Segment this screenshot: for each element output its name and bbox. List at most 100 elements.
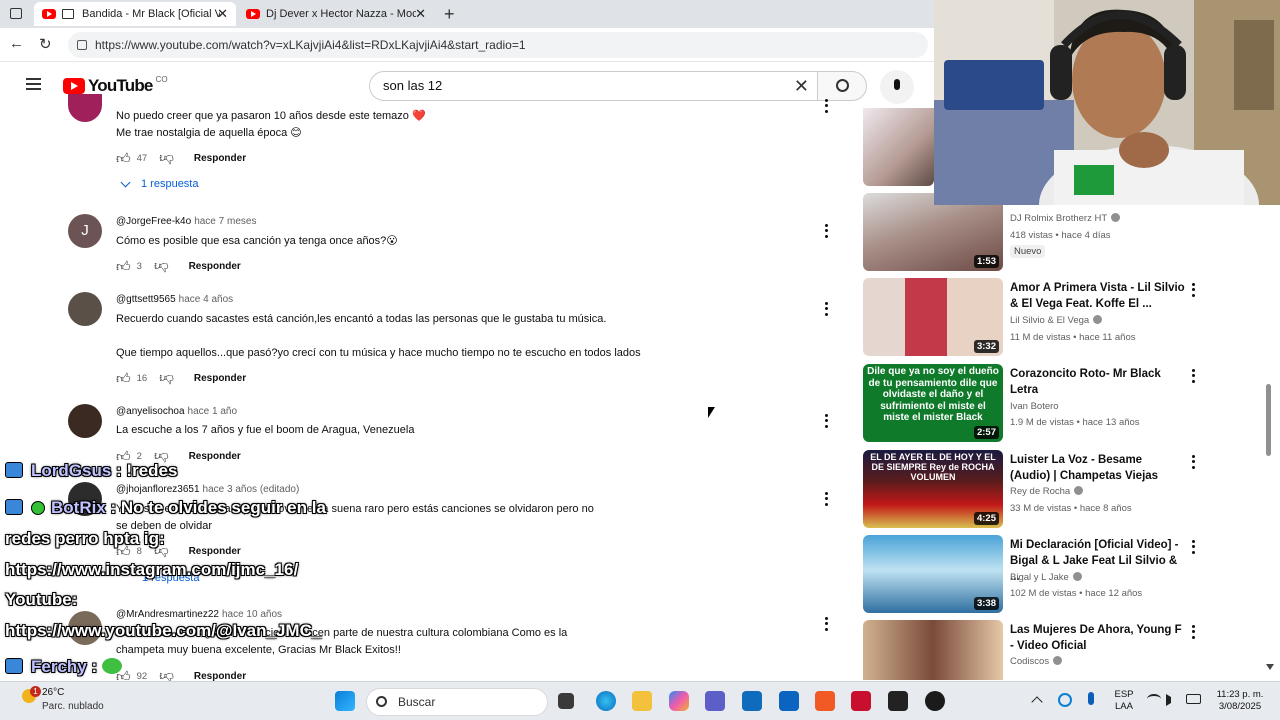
back-icon[interactable]: ← <box>9 35 24 52</box>
video-thumbnail[interactable]: 3:38 <box>863 535 1003 613</box>
reply-button[interactable]: Responder <box>189 546 241 557</box>
brave-browser-icon[interactable] <box>815 691 835 711</box>
comment-menu-icon[interactable] <box>820 223 832 239</box>
site-info-icon[interactable] <box>77 40 87 50</box>
store-icon[interactable] <box>742 691 762 711</box>
new-tab-icon[interactable]: + <box>444 4 455 25</box>
video-menu-icon[interactable] <box>1187 368 1199 384</box>
voice-search-button[interactable] <box>880 70 914 104</box>
teams-icon[interactable] <box>705 691 725 711</box>
mcafee-icon[interactable] <box>851 691 871 711</box>
comment-author[interactable]: @gttsett9565 hace 4 años <box>116 294 233 305</box>
input-language[interactable]: ESP LAA <box>1108 689 1140 713</box>
dislike-icon[interactable]: 👍︎ <box>154 258 169 275</box>
video-channel[interactable]: Bigal y L Jake <box>1010 572 1082 583</box>
weather-widget[interactable]: 1 26°C Parc. nublado <box>22 686 112 716</box>
reply-button[interactable]: Responder <box>194 153 246 164</box>
avatar[interactable] <box>68 404 102 438</box>
comment-menu-icon[interactable] <box>820 616 832 632</box>
clock[interactable]: 11:23 p. m. 3/08/2025 <box>1208 689 1272 713</box>
video-menu-icon[interactable] <box>1187 539 1199 555</box>
comment-menu-icon[interactable] <box>820 413 832 429</box>
wifi-icon[interactable] <box>1147 694 1161 704</box>
chevron-up-icon[interactable] <box>1031 696 1043 708</box>
video-item[interactable]: 3:38 Mi Declaración [Oficial Video] - Bi… <box>863 535 1273 615</box>
dislike-icon[interactable]: 👍︎ <box>159 668 174 682</box>
avatar[interactable] <box>68 292 102 326</box>
mouse-cursor-icon <box>708 407 715 418</box>
like-icon[interactable]: 👍︎ <box>116 258 131 275</box>
chat-username: LordGsus <box>31 461 112 480</box>
copilot-icon[interactable] <box>669 691 689 711</box>
chat-message-continued: https://www.youtube.com/@Ivan_JMC_ <box>5 621 322 640</box>
reply-button[interactable]: Responder <box>189 261 241 272</box>
avatar[interactable]: J <box>68 214 102 248</box>
video-title[interactable]: Luister La Voz - Besame (Audio) | Champe… <box>1010 452 1185 484</box>
scrollbar[interactable] <box>1266 384 1271 456</box>
video-title[interactable]: Las Mujeres De Ahora, Young F - Video Of… <box>1010 622 1185 654</box>
comment-author[interactable]: @jhojanflorez3651 hace 3 años (editado) <box>116 484 299 495</box>
video-item[interactable]: Dile que ya no soy el dueño de tu pensam… <box>863 364 1273 444</box>
task-view-icon[interactable] <box>558 693 574 709</box>
chat-message-continued: redes perro hpta ig: <box>5 529 165 548</box>
edge-browser-icon[interactable] <box>596 691 616 711</box>
video-menu-icon[interactable] <box>1187 282 1199 298</box>
like-icon[interactable]: 👍︎ <box>116 370 131 387</box>
video-channel[interactable]: Ivan Botero <box>1010 401 1059 412</box>
video-thumbnail[interactable]: 3:32 <box>863 278 1003 356</box>
outlook-icon[interactable] <box>779 691 799 711</box>
battery-icon[interactable] <box>1186 694 1201 704</box>
video-thumbnail[interactable]: EL DE AYER EL DE HOY Y EL DE SIEMPRE Rey… <box>863 450 1003 528</box>
video-channel[interactable]: DJ Rolmix Brotherz HT <box>1010 213 1121 224</box>
video-item[interactable]: 1:53 DJ Rolmix Brotherz HT 418 vistas • … <box>863 193 1273 273</box>
video-item[interactable]: Las Mujeres De Ahora, Young F - Video Of… <box>863 620 1273 680</box>
close-tab-icon[interactable]: ✕ <box>415 6 426 22</box>
video-menu-icon[interactable] <box>1187 454 1199 470</box>
video-thumbnail[interactable] <box>863 108 934 186</box>
comment-author[interactable]: @JorgeFree-k4o hace 7 meses <box>116 216 256 227</box>
reply-button[interactable]: Responder <box>189 451 241 462</box>
close-tab-icon[interactable]: ✕ <box>217 6 228 22</box>
tab-bandida[interactable]: Bandida - Mr Black [Oficial V ✕ <box>34 2 236 26</box>
reply-button[interactable]: Responder <box>194 671 246 682</box>
sync-icon[interactable] <box>1058 693 1072 707</box>
youtube-logo[interactable]: YouTube CO <box>63 75 168 95</box>
avatar[interactable] <box>68 94 102 122</box>
video-item[interactable]: EL DE AYER EL DE HOY Y EL DE SIEMPRE Rey… <box>863 450 1273 530</box>
tab-dj-dever[interactable]: Dj Dever x Hector Nazza - Mocca ✕ <box>238 2 434 26</box>
comment-author[interactable]: @anyelisochoa hace 1 año <box>116 406 237 417</box>
app-icon[interactable] <box>888 691 908 711</box>
reload-icon[interactable]: ↻ <box>39 35 52 53</box>
video-title[interactable]: Corazoncito Roto- Mr Black Letra <box>1010 366 1185 398</box>
video-title[interactable]: Amor A Primera Vista - Lil Silvio & El V… <box>1010 280 1185 312</box>
video-item[interactable]: 3:32 Amor A Primera Vista - Lil Silvio &… <box>863 278 1273 358</box>
weather-description: Parc. nublado <box>42 701 104 712</box>
dislike-icon[interactable]: 👍︎ <box>159 370 174 387</box>
volume-icon[interactable] <box>1166 694 1178 706</box>
file-explorer-icon[interactable] <box>632 691 652 711</box>
tab-actions-icon[interactable] <box>10 8 22 19</box>
menu-icon[interactable] <box>26 78 41 90</box>
start-windows-icon[interactable] <box>335 691 355 711</box>
video-thumbnail[interactable]: Dile que ya no soy el dueño de tu pensam… <box>863 364 1003 442</box>
reply-button[interactable]: Responder <box>194 373 246 384</box>
address-bar[interactable]: https://www.youtube.com/watch?v=xLKajvji… <box>68 32 928 58</box>
video-menu-icon[interactable] <box>1187 624 1199 640</box>
microphone-icon[interactable] <box>1088 692 1094 705</box>
video-channel[interactable]: Lil Silvio & El Vega <box>1010 315 1103 326</box>
comment-item: @MrAndresmartinez22 hace 10 años Bueno to… <box>68 607 838 681</box>
dislike-icon[interactable]: 👍︎ <box>159 150 174 167</box>
obs-icon[interactable] <box>925 691 945 711</box>
speaker-muted-icon[interactable] <box>62 9 74 19</box>
comment-menu-icon[interactable] <box>820 491 832 507</box>
video-thumbnail[interactable] <box>863 620 1003 680</box>
taskbar-search[interactable]: Buscar <box>366 688 548 716</box>
video-channel[interactable]: Rey de Rocha <box>1010 486 1084 497</box>
comment-menu-icon[interactable] <box>820 98 832 114</box>
scroll-down-arrow-icon[interactable] <box>1266 664 1274 670</box>
video-channel[interactable]: Codiscos <box>1010 656 1063 667</box>
like-icon[interactable]: 👍︎ <box>116 150 131 167</box>
comment-menu-icon[interactable] <box>820 301 832 317</box>
comment-author[interactable]: @MrAndresmartinez22 hace 10 años <box>116 609 282 620</box>
view-replies-button[interactable]: 1 respuesta <box>116 177 198 190</box>
